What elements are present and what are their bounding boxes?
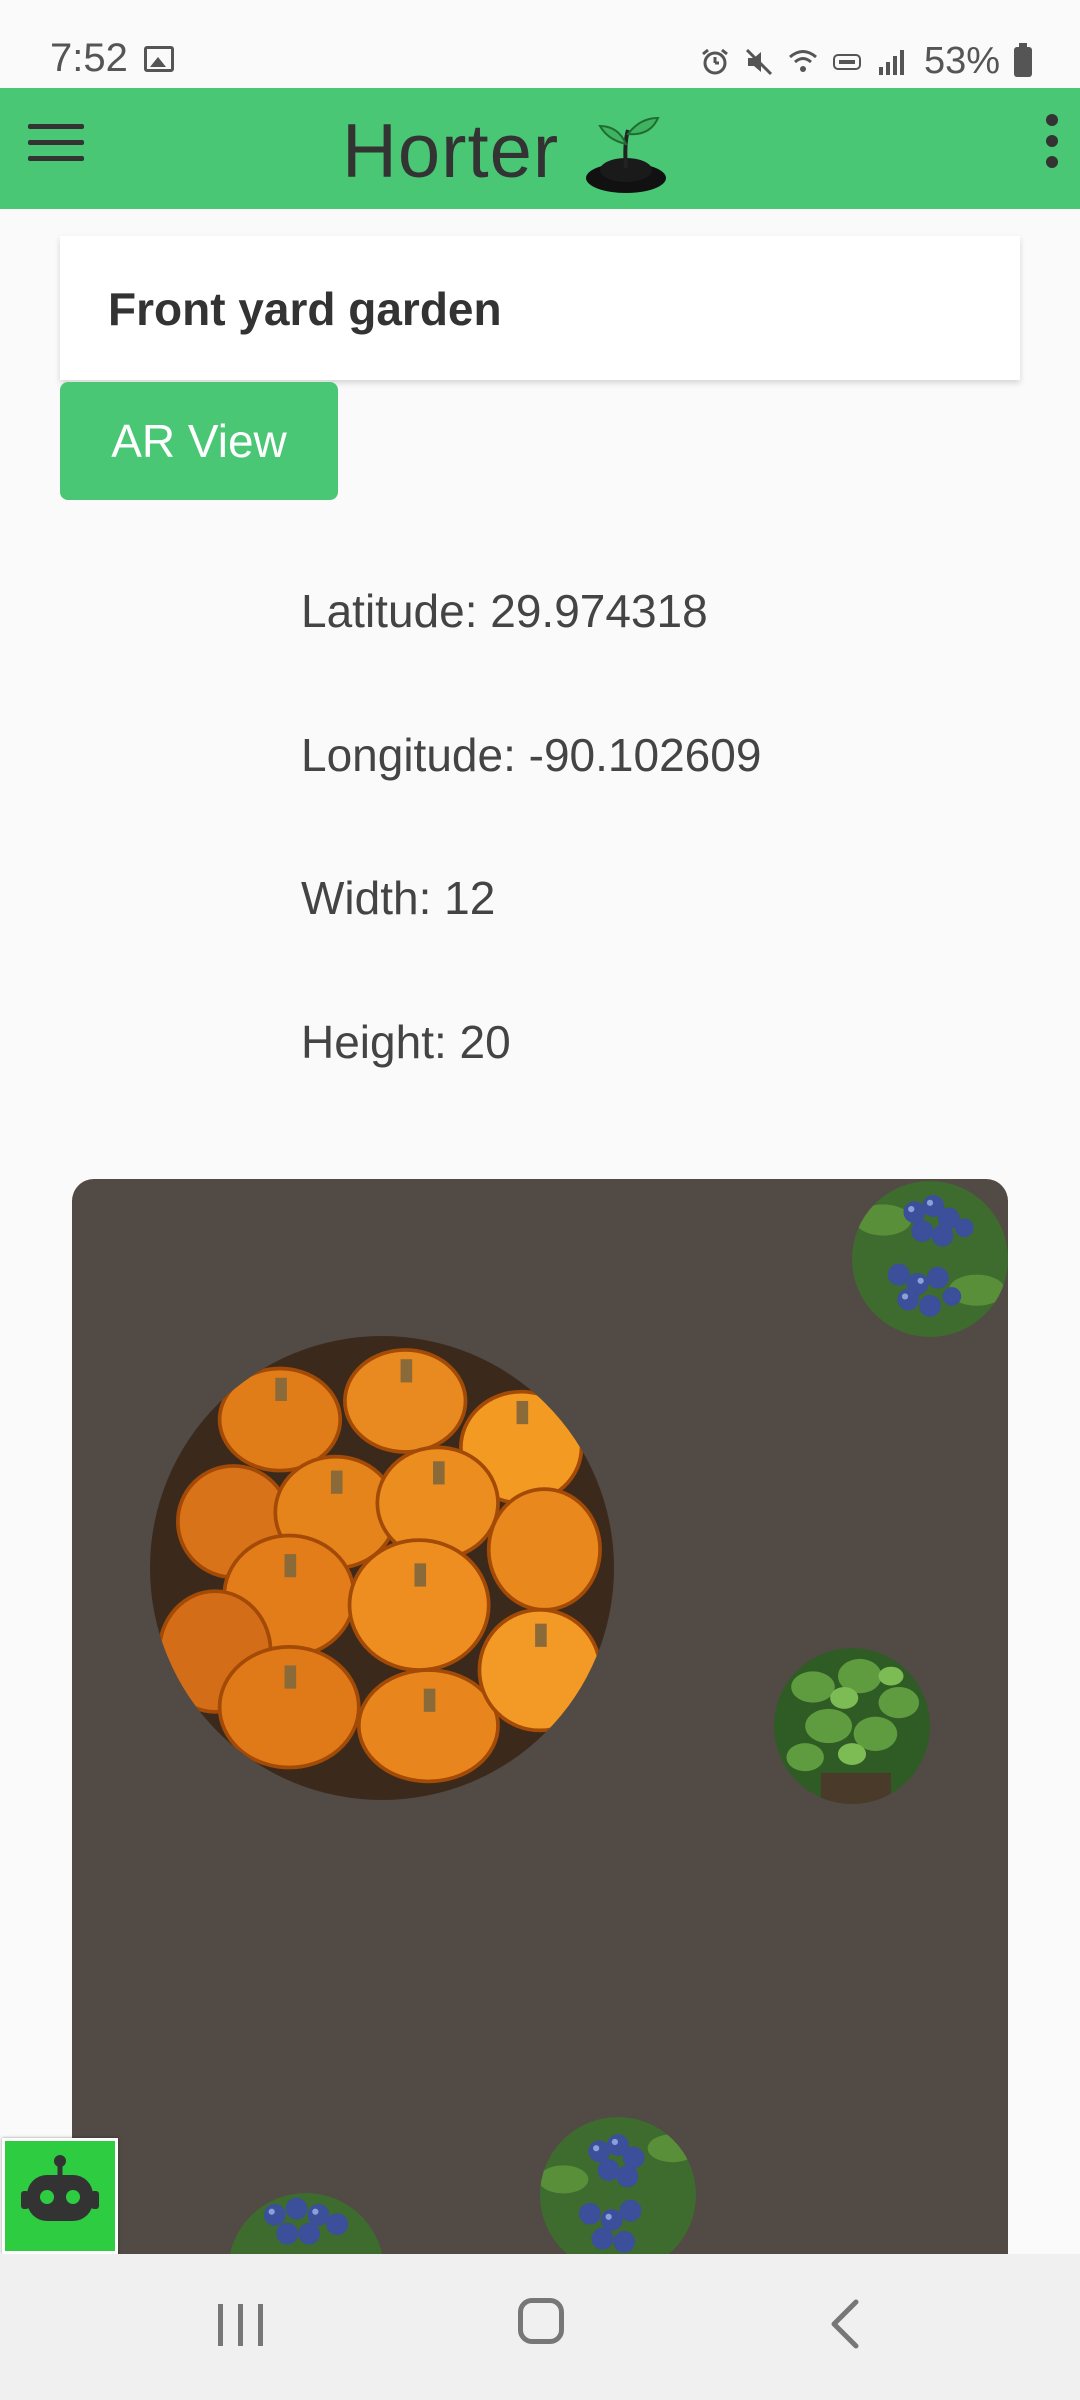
plant-pumpkin[interactable] bbox=[150, 1336, 614, 1800]
fig-image bbox=[774, 1648, 930, 1804]
sprout-icon bbox=[586, 116, 666, 193]
garden-name-card[interactable]: Front yard garden bbox=[60, 236, 1020, 380]
status-icons: 53% bbox=[700, 40, 1032, 83]
gallery-icon bbox=[144, 46, 174, 72]
latitude-text: Latitude: 29.974318 bbox=[301, 585, 708, 637]
more-vert-icon[interactable] bbox=[1032, 114, 1072, 184]
height-text: Height: 20 bbox=[301, 1016, 511, 1068]
blueberry-image bbox=[228, 2193, 384, 2259]
status-bar: 7:52 53% bbox=[0, 0, 1080, 88]
garden-name: Front yard garden bbox=[108, 283, 502, 335]
ar-view-button[interactable]: AR View bbox=[60, 382, 338, 500]
blueberry-image bbox=[540, 2117, 696, 2259]
recents-icon[interactable] bbox=[218, 2304, 264, 2346]
battery-icon bbox=[1014, 42, 1032, 77]
battery-level: 53% bbox=[923, 40, 1000, 82]
status-time: 7:52 bbox=[50, 36, 128, 80]
garden-plot[interactable] bbox=[72, 1179, 1008, 2259]
assistant-bot-button[interactable] bbox=[2, 2138, 118, 2254]
system-nav-bar bbox=[0, 2254, 1080, 2400]
robot-icon bbox=[21, 2155, 99, 2221]
plant-blueberry[interactable] bbox=[228, 2193, 384, 2259]
back-icon[interactable] bbox=[826, 2298, 866, 2350]
signal-icon bbox=[878, 49, 904, 75]
plant-blueberry[interactable] bbox=[852, 1181, 1008, 1337]
volte-icon bbox=[832, 53, 861, 70]
app-title: Horter bbox=[342, 109, 560, 194]
alarm-icon bbox=[702, 48, 728, 74]
blueberry-image bbox=[852, 1181, 1008, 1337]
width-text: Width: 12 bbox=[301, 872, 496, 924]
home-icon[interactable] bbox=[518, 2298, 564, 2344]
plant-fig[interactable] bbox=[774, 1648, 930, 1804]
pumpkin-image bbox=[150, 1336, 614, 1800]
hamburger-menu-icon[interactable] bbox=[28, 124, 84, 172]
plant-blueberry[interactable] bbox=[540, 2117, 696, 2259]
app-bar: Horter bbox=[0, 88, 1080, 209]
mute-icon bbox=[745, 48, 772, 75]
longitude-text: Longitude: -90.102609 bbox=[301, 729, 762, 781]
wifi-icon bbox=[788, 49, 817, 72]
